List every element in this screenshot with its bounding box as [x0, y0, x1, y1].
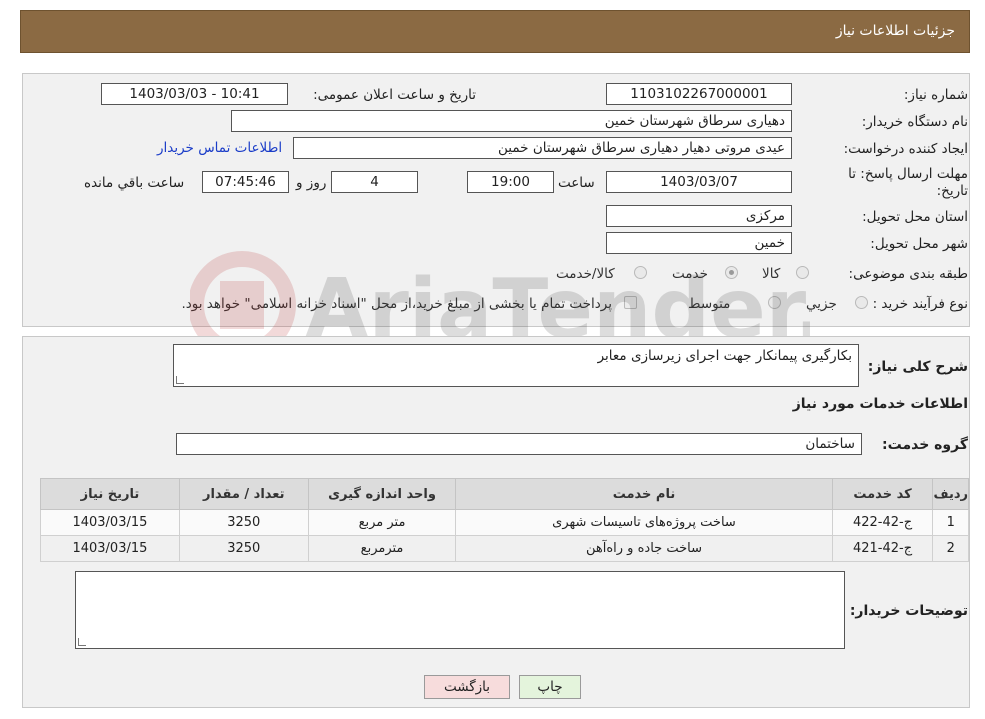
province-field: مرکزی	[606, 205, 792, 227]
need-date-cell: 1403/03/15	[40, 535, 180, 562]
table-row: 1 ج-42-422 ساخت پروژه‌های تاسیسات شهری م…	[40, 509, 969, 536]
service-name-cell: ساخت پروژه‌های تاسیسات شهری	[455, 509, 833, 536]
days-label: روز و	[296, 175, 327, 191]
province-label: استان محل تحویل:	[862, 209, 968, 225]
deadline-time-field: 19:00	[467, 171, 554, 193]
process-medium-radio[interactable]	[768, 296, 781, 309]
need-number-field: 1103102267000001	[606, 83, 792, 105]
remaining-time-field: 07:45:46	[202, 171, 289, 193]
service-code-cell: ج-42-421	[831, 535, 934, 562]
need-number-label: شماره نیاز:	[903, 87, 968, 103]
service-code-cell: ج-42-422	[831, 509, 934, 536]
process-medium-label: متوسط	[688, 296, 731, 312]
col-name-header: نام خدمت	[455, 478, 833, 510]
city-label: شهر محل تحویل:	[870, 236, 968, 252]
service-group-field: ساختمان	[176, 433, 862, 455]
need-date-cell: 1403/03/15	[40, 509, 180, 536]
col-qty-header: تعداد / مقدار	[178, 478, 309, 510]
unit-cell: مترمربع	[307, 535, 457, 562]
summary-label: شرح کلی نیاز:	[867, 359, 968, 375]
row-index-cell: 2	[932, 535, 969, 562]
announce-datetime-label: تاریخ و ساعت اعلان عمومی:	[313, 87, 476, 103]
quantity-cell: 3250	[178, 535, 309, 562]
process-minor-label: جزیي	[806, 296, 837, 312]
services-table-header: ردیف کد خدمت نام خدمت واحد اندازه گیری ت…	[40, 478, 969, 510]
services-table: ردیف کد خدمت نام خدمت واحد اندازه گیری ت…	[40, 478, 969, 562]
deadline-date-field: 1403/03/07	[606, 171, 792, 193]
remaining-time-label: ساعت باقي مانده	[84, 175, 185, 191]
category-goods-service-radio[interactable]	[634, 266, 647, 279]
deadline-label-date: تاریخ:	[936, 183, 968, 199]
unit-cell: متر مربع	[307, 509, 457, 536]
col-date-header: تاریخ نیاز	[40, 478, 180, 510]
category-goods-radio[interactable]	[796, 266, 809, 279]
category-goods-service-label: کالا/خدمت	[556, 266, 615, 282]
city-field: خمین	[606, 232, 792, 254]
category-label: طبقه بندی موضوعی:	[848, 266, 968, 282]
deadline-time-label: ساعت	[558, 175, 595, 191]
buyer-org-label: نام دستگاه خریدار:	[861, 114, 968, 130]
days-remaining-field: 4	[331, 171, 418, 193]
row-index-cell: 1	[932, 509, 969, 536]
quantity-cell: 3250	[178, 509, 309, 536]
back-button[interactable]: بازگشت	[424, 675, 510, 699]
announce-datetime-field: 1403/03/03 - 10:41	[101, 83, 288, 105]
page-title: جزئیات اطلاعات نیاز	[835, 23, 955, 39]
creator-field: عیدی مروتی دهیار دهیاری سرطاق شهرستان خم…	[293, 137, 792, 159]
page-header: جزئیات اطلاعات نیاز	[20, 10, 970, 53]
creator-label: ایجاد کننده درخواست:	[843, 141, 968, 157]
buyer-contact-link[interactable]: اطلاعات تماس خریدار	[157, 140, 282, 156]
col-unit-header: واحد اندازه گیری	[307, 478, 457, 510]
buyer-notes-label: توضیحات خریدار:	[849, 603, 968, 619]
summary-textarea: بکارگیری پیمانکار جهت اجرای زیرسازی معاب…	[173, 344, 859, 387]
resize-handle-icon[interactable]	[78, 638, 86, 646]
col-row-header: ردیف	[932, 478, 969, 510]
service-group-label: گروه خدمت:	[882, 437, 968, 453]
treasury-payment-note: پرداخت تمام یا بخشی از مبلغ خرید،از محل …	[181, 296, 612, 312]
category-goods-label: کالا	[762, 266, 781, 282]
services-section-title: اطلاعات خدمات مورد نیاز	[792, 396, 968, 412]
buyer-notes-textarea[interactable]	[75, 571, 845, 649]
category-service-radio[interactable]	[725, 266, 738, 279]
process-minor-radio[interactable]	[855, 296, 868, 309]
treasury-payment-checkbox[interactable]	[624, 296, 637, 309]
service-name-cell: ساخت جاده و راه‌آهن	[455, 535, 833, 562]
table-row: 2 ج-42-421 ساخت جاده و راه‌آهن مترمربع 3…	[40, 535, 969, 562]
col-code-header: کد خدمت	[831, 478, 934, 510]
print-button[interactable]: چاپ	[519, 675, 581, 699]
category-service-label: خدمت	[672, 266, 708, 282]
summary-text: بکارگیری پیمانکار جهت اجرای زیرسازی معاب…	[597, 348, 852, 364]
process-type-label: نوع فرآیند خرید :	[872, 296, 968, 312]
buyer-org-field: دهیاری سرطاق شهرستان خمین	[231, 110, 792, 132]
resize-handle-icon[interactable]	[176, 376, 184, 384]
deadline-label: مهلت ارسال پاسخ: تا	[848, 166, 968, 182]
